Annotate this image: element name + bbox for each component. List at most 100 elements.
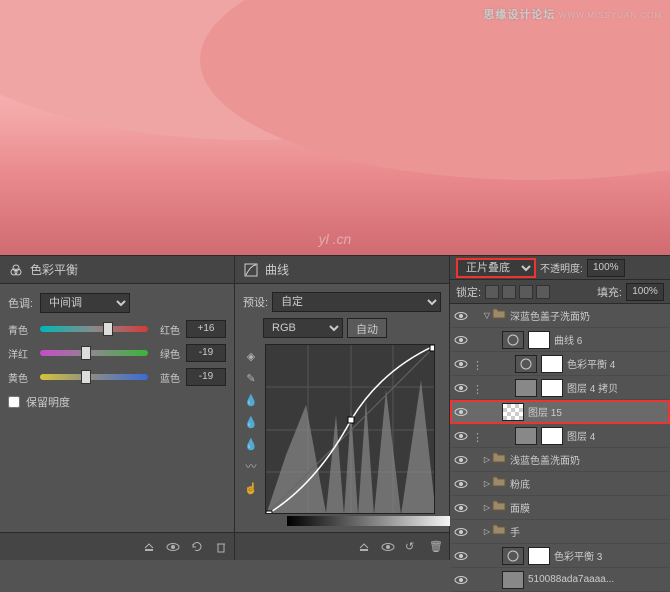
layers-list[interactable]: ▽ 深蓝色盖子洗面奶 曲线 6 ⋮ 色彩平衡 4 ⋮ 图层 4 拷贝 [450,304,670,592]
layer-name[interactable]: 面膜 [510,500,530,515]
eyedropper-white-icon[interactable]: 💧 [243,436,259,452]
panel-footer: ↺ 🗑 [235,532,449,560]
slider-track[interactable] [40,368,148,386]
eye-icon[interactable] [381,540,395,554]
layer-name[interactable]: 粉底 [510,476,530,491]
reset-icon[interactable]: ↺ [405,540,419,554]
pencil-tool-icon[interactable]: ✎ [243,370,259,386]
adjustment-icon [502,331,524,349]
layer-name[interactable]: 510088ada7aaaa... [528,574,614,585]
layer-row[interactable]: 510088ada7aaaa... [450,568,670,592]
layer-thumb [502,571,524,589]
link-icon: ⋮ [472,359,482,369]
adjustment-icon [515,355,537,373]
reset-icon[interactable] [190,540,204,554]
slider-value[interactable]: +16 [186,320,226,338]
folder-icon [492,499,506,517]
lock-all-icon[interactable] [536,285,550,299]
clip-icon[interactable] [142,540,156,554]
visibility-eye-icon[interactable] [454,525,468,539]
curves-icon [243,262,259,278]
mask-thumb [528,331,550,349]
slider-label-left: 青色 [8,322,38,337]
eyedropper-gray-icon[interactable]: 💧 [243,414,259,430]
expand-arrow[interactable]: ▷ [482,503,492,512]
layer-row[interactable]: ▽ 深蓝色盖子洗面奶 [450,304,670,328]
slider-value[interactable]: -19 [186,368,226,386]
visibility-eye-icon[interactable] [454,573,468,587]
tone-select[interactable]: 中间调 [40,293,130,313]
layer-thumb [502,403,524,421]
expand-arrow[interactable]: ▷ [482,455,492,464]
fill-label: 填充: [597,284,622,300]
layer-row[interactable]: 曲线 6 [450,328,670,352]
layer-row[interactable]: ▷ 粉底 [450,472,670,496]
slider-track[interactable] [40,344,148,362]
curves-panel: 曲线 预设: 自定 RGB 自动 ◈ ✎ 💧 💧 💧 〰 ☝ [235,256,450,560]
hand-tool-icon[interactable]: ☝ [243,480,259,496]
eye-icon[interactable] [166,540,180,554]
channel-select[interactable]: RGB [263,318,343,338]
visibility-eye-icon[interactable] [454,405,468,419]
visibility-eye-icon[interactable] [454,453,468,467]
visibility-eye-icon[interactable] [454,477,468,491]
panel-title: 曲线 [265,261,289,278]
layer-row[interactable]: ▷ 面膜 [450,496,670,520]
lock-position-icon[interactable] [502,285,516,299]
layer-name[interactable]: 曲线 6 [554,332,582,347]
visibility-eye-icon[interactable] [454,429,468,443]
preset-select[interactable]: 自定 [272,292,441,312]
layer-row[interactable]: ⋮ 色彩平衡 4 [450,352,670,376]
preserve-luminosity-checkbox[interactable]: 保留明度 [8,394,226,410]
visibility-eye-icon[interactable] [454,549,468,563]
slider-label-left: 黄色 [8,370,38,385]
layer-name[interactable]: 色彩平衡 3 [554,548,602,563]
auto-button[interactable]: 自动 [347,318,387,338]
visibility-eye-icon[interactable] [454,309,468,323]
eyedropper-black-icon[interactable]: 💧 [243,392,259,408]
visibility-eye-icon[interactable] [454,357,468,371]
panel-footer [0,532,234,560]
lock-pixels-icon[interactable] [485,285,499,299]
layer-name[interactable]: 手 [510,524,520,539]
lock-artboard-icon[interactable] [519,285,533,299]
layer-row[interactable]: 图层 15 [450,400,670,424]
layer-name[interactable]: 图层 15 [528,404,562,419]
color-balance-icon [8,262,24,278]
slider-label-right: 红色 [150,322,180,337]
watermark-bottom: yl .cn [319,231,352,247]
fill-value[interactable]: 100% [626,283,664,301]
blend-mode-select[interactable]: 正片叠底 [456,258,536,278]
smooth-icon[interactable]: 〰 [243,458,259,474]
layer-row[interactable]: 色彩平衡 3 [450,544,670,568]
link-icon: ⋮ [472,431,482,441]
expand-arrow[interactable]: ▽ [482,311,492,320]
mask-thumb [541,379,563,397]
slider-value[interactable]: -19 [186,344,226,362]
visibility-eye-icon[interactable] [454,381,468,395]
point-tool-icon[interactable]: ◈ [243,348,259,364]
layer-name[interactable]: 浅蓝色盖洗面奶 [510,452,580,467]
curves-graph[interactable] [265,344,435,514]
watermark-top: 思缘设计论坛 WWW.MISSYUAN.COM [483,6,662,22]
visibility-eye-icon[interactable] [454,501,468,515]
expand-arrow[interactable]: ▷ [482,479,492,488]
mask-thumb [528,547,550,565]
slider-label-left: 洋红 [8,346,38,361]
trash-icon[interactable]: 🗑 [429,540,443,554]
layer-name[interactable]: 图层 4 [567,428,595,443]
layer-row[interactable]: ⋮ 图层 4 [450,424,670,448]
layer-row[interactable]: ⋮ 图层 4 拷贝 [450,376,670,400]
opacity-value[interactable]: 100% [587,259,625,277]
layer-name[interactable]: 色彩平衡 4 [567,356,615,371]
visibility-eye-icon[interactable] [454,333,468,347]
expand-arrow[interactable]: ▷ [482,527,492,536]
trash-icon[interactable] [214,540,228,554]
folder-icon [492,451,506,469]
layer-name[interactable]: 图层 4 拷贝 [567,380,618,395]
clip-icon[interactable] [357,540,371,554]
layer-name[interactable]: 深蓝色盖子洗面奶 [510,308,590,323]
layer-row[interactable]: ▷ 浅蓝色盖洗面奶 [450,448,670,472]
slider-track[interactable] [40,320,148,338]
layer-row[interactable]: ▷ 手 [450,520,670,544]
